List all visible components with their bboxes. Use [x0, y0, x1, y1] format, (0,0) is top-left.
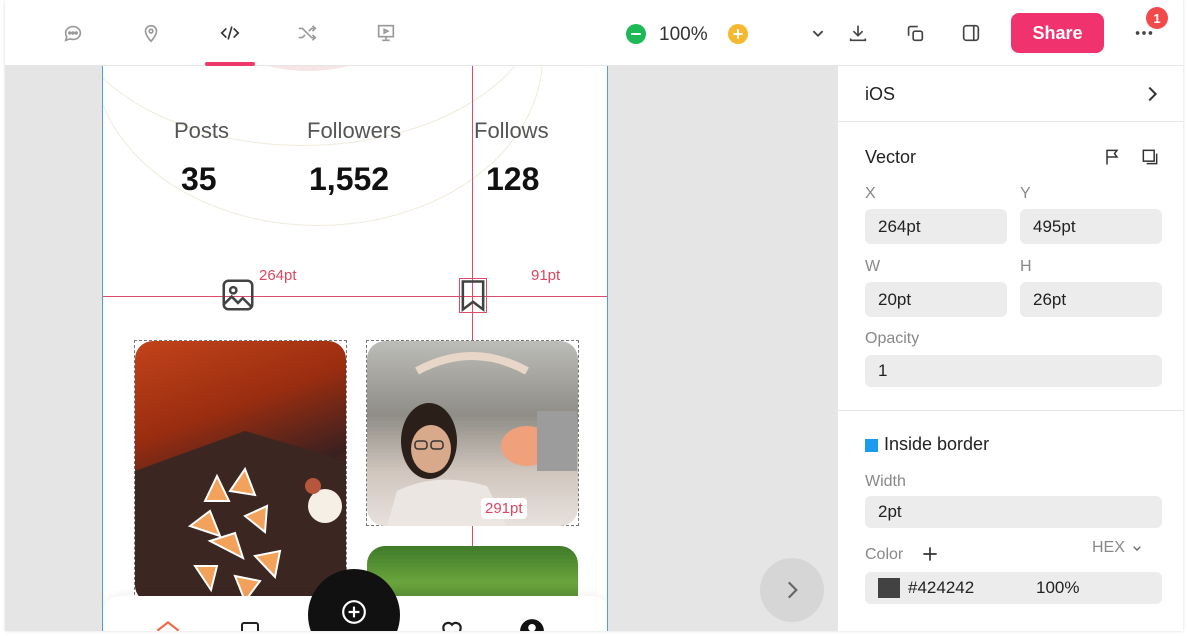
profile-icon[interactable] — [519, 618, 545, 631]
duplicate-icon[interactable] — [901, 19, 929, 47]
decorative-arc — [103, 66, 543, 226]
border-color-swatch — [865, 439, 878, 452]
y-label: Y — [1020, 185, 1031, 202]
measurement-photo: 291pt — [481, 498, 527, 519]
notification-badge: 1 — [1146, 7, 1168, 29]
color-hex-value: #424242 — [908, 578, 975, 597]
phone-artboard[interactable]: Posts 35 Followers 1,552 Follows 128 264… — [102, 66, 608, 631]
x-label: X — [865, 185, 876, 202]
platform-section[interactable]: iOS — [838, 66, 1183, 122]
h-label: H — [1020, 258, 1032, 275]
measurement-right: 91pt — [531, 267, 561, 284]
border-width-field[interactable]: 2pt — [865, 496, 1162, 528]
opacity-label: Opacity — [865, 330, 920, 347]
layer-title: Vector — [865, 147, 917, 167]
shuffle-icon[interactable] — [293, 19, 321, 47]
width-field[interactable]: 20pt — [865, 282, 1007, 317]
chevron-down-icon[interactable] — [804, 19, 832, 47]
top-toolbar: 100% + Share 1 — [5, 0, 1183, 66]
w-label: W — [865, 258, 881, 275]
portrait-photo[interactable] — [367, 341, 578, 526]
stat-value-posts: 35 — [181, 161, 217, 197]
border-title: Inside border — [884, 434, 990, 454]
design-canvas[interactable]: Posts 35 Followers 1,552 Follows 128 264… — [5, 66, 837, 631]
border-width-label: Width — [865, 473, 906, 490]
food-photo[interactable] — [135, 341, 346, 603]
presentation-icon[interactable] — [372, 19, 400, 47]
layer-stack-icon[interactable] — [1140, 147, 1160, 172]
zoom-level: 100% — [659, 24, 708, 45]
inspector-panel: iOS Vector X 264pt Y 495pt W 20pt H 26pt… — [837, 66, 1183, 631]
stat-label-posts: Posts — [174, 118, 230, 143]
home-icon[interactable] — [155, 618, 181, 631]
stat-label-followers: Followers — [307, 118, 402, 143]
heart-icon[interactable] — [439, 618, 465, 631]
border-section: Inside border Width 2pt Color HEX #42424… — [838, 411, 1183, 631]
chevron-right-icon[interactable] — [1141, 83, 1163, 110]
color-opacity-value: 100% — [1036, 578, 1080, 597]
opacity-field[interactable]: 1 — [865, 355, 1162, 387]
y-field[interactable]: 495pt — [1020, 209, 1162, 244]
x-field[interactable]: 264pt — [865, 209, 1007, 244]
horizontal-guide — [103, 296, 607, 297]
stat-value-followers: 1,552 — [309, 161, 390, 197]
color-format-label: HEX — [1092, 539, 1125, 556]
comment-icon[interactable] — [59, 19, 87, 47]
location-pin-icon[interactable] — [137, 19, 165, 47]
active-tab-indicator — [205, 62, 255, 66]
tablet-icon[interactable] — [238, 620, 262, 631]
add-color-icon[interactable] — [920, 544, 940, 569]
image-icon[interactable] — [219, 276, 257, 314]
zoom-out-button[interactable] — [626, 24, 646, 44]
measurement-left: 264pt — [259, 267, 297, 284]
bookmark-icon[interactable] — [459, 278, 487, 313]
app-window: 100% + Share 1 Posts 35 Followers 1,552 — [5, 0, 1183, 631]
next-screen-button[interactable] — [760, 558, 824, 622]
layer-properties-section: Vector X 264pt Y 495pt W 20pt H 26pt Opa… — [838, 122, 1183, 411]
height-field[interactable]: 26pt — [1020, 282, 1162, 317]
code-icon[interactable] — [216, 19, 244, 47]
stat-value-follows: 128 — [486, 161, 540, 197]
chevron-down-icon — [1133, 546, 1141, 551]
color-format-dropdown[interactable]: HEX — [1092, 539, 1145, 557]
zoom-in-button[interactable]: + — [728, 24, 748, 44]
color-preview-swatch — [878, 578, 900, 598]
sidebar-toggle-icon[interactable] — [957, 19, 985, 47]
color-field[interactable]: #424242 100% — [865, 572, 1162, 604]
platform-label: iOS — [865, 84, 896, 104]
flag-icon[interactable] — [1102, 147, 1122, 172]
stat-label-follows: Follows — [474, 118, 549, 143]
download-icon[interactable] — [844, 19, 872, 47]
color-label: Color — [865, 546, 904, 563]
share-button[interactable]: Share — [1011, 13, 1104, 53]
